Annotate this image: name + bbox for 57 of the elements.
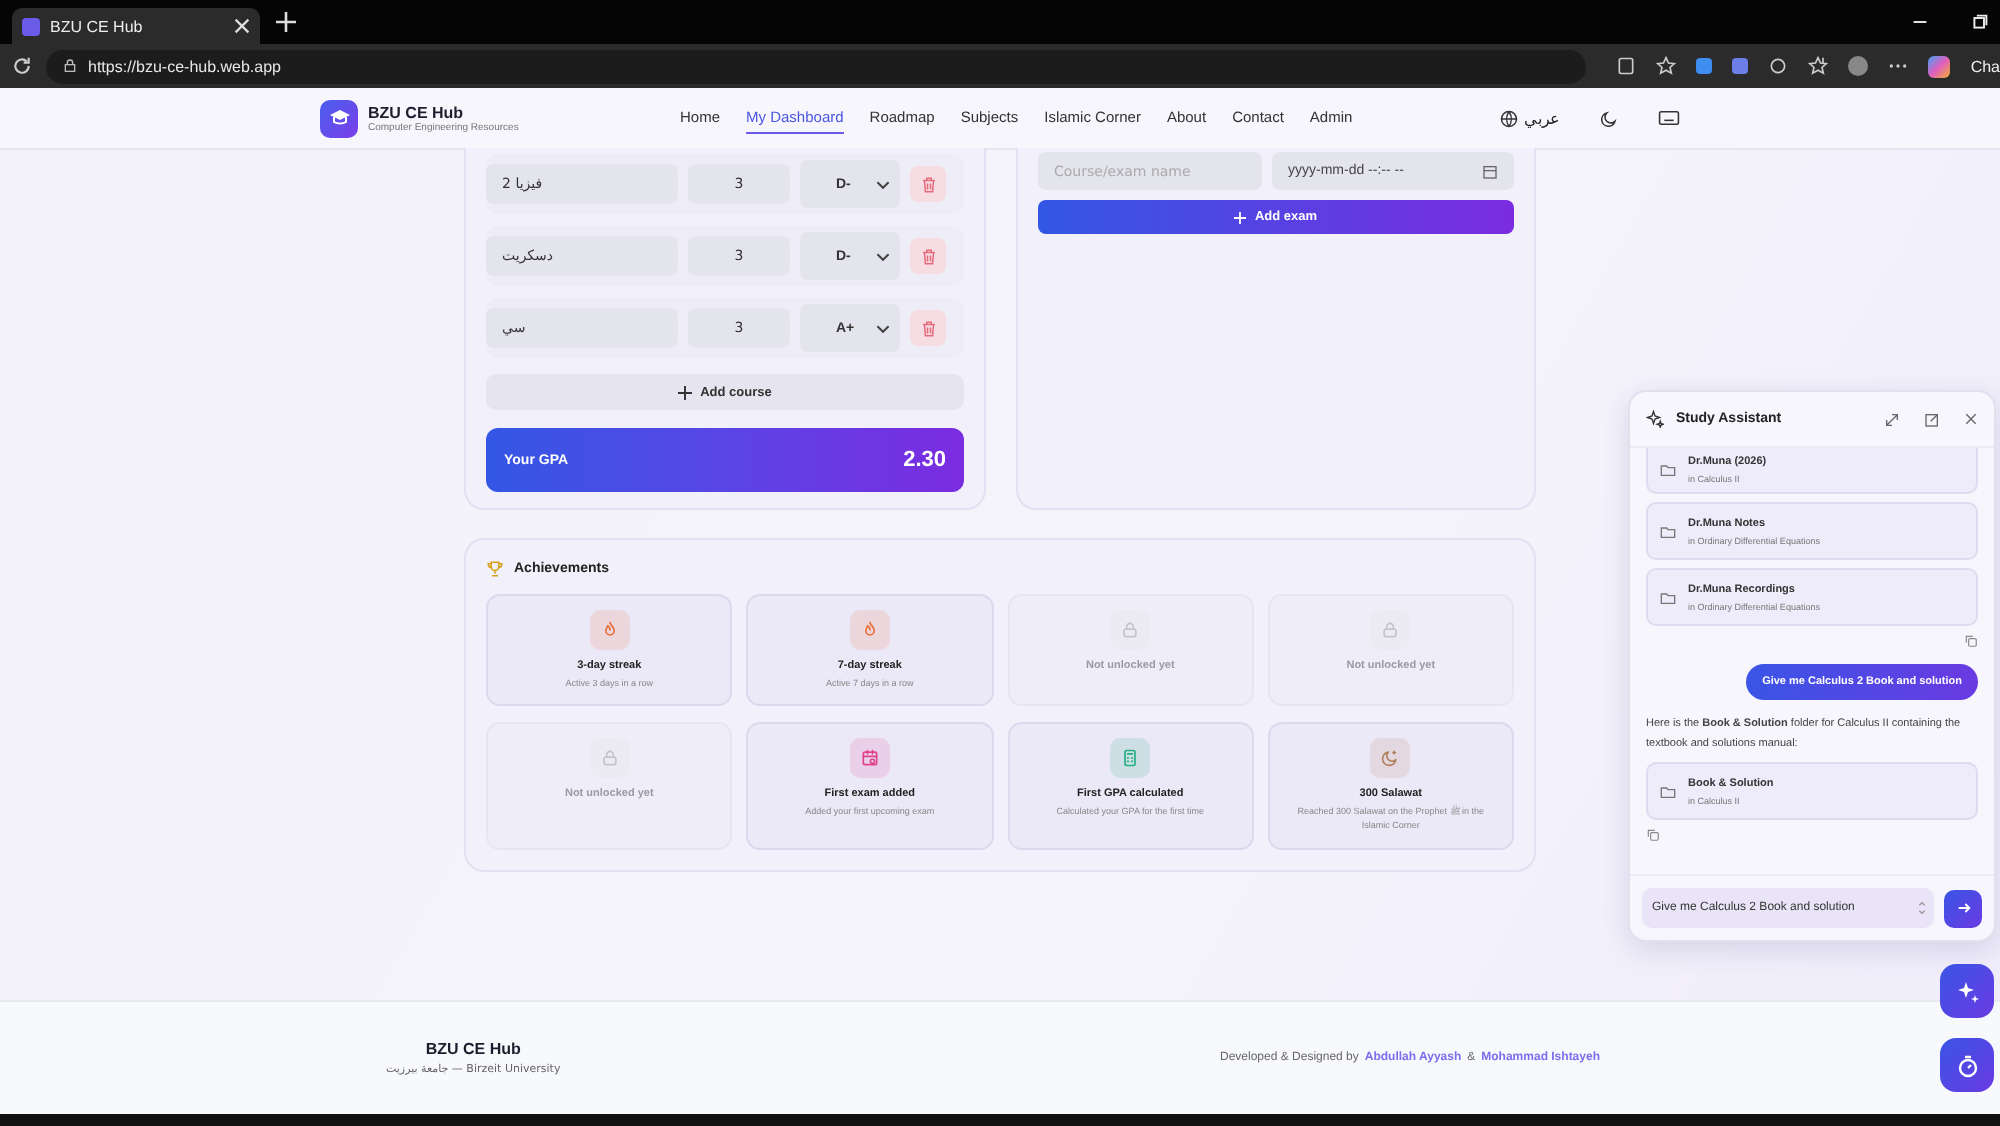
trash-icon <box>919 319 937 337</box>
site-name[interactable]: BZU CE Hub <box>368 103 519 121</box>
folder-icon <box>1660 462 1676 478</box>
chevron-down-icon <box>876 323 890 333</box>
trash-icon <box>919 247 937 265</box>
extension-icon[interactable] <box>1696 58 1713 74</box>
sparkle-icon <box>1646 410 1664 428</box>
trophy-icon <box>486 560 504 578</box>
delete-button[interactable] <box>910 238 946 274</box>
folder-icon <box>1660 783 1676 800</box>
copilot-icon[interactable] <box>1928 55 1951 77</box>
delete-button[interactable] <box>910 310 946 346</box>
copy-icon[interactable] <box>1964 634 1978 648</box>
graduation-cap-icon[interactable] <box>320 99 358 137</box>
arrow-right-icon <box>1955 900 1971 916</box>
favicon-icon <box>22 17 40 35</box>
delete-button[interactable] <box>910 166 946 202</box>
timer-icon <box>1955 1053 1979 1077</box>
address-bar[interactable]: https://bzu-ce-hub.web.app <box>46 49 1587 83</box>
calendar-icon[interactable] <box>1482 163 1498 179</box>
lock-icon <box>1370 610 1411 650</box>
extension-icon[interactable] <box>1732 58 1749 74</box>
chat-label[interactable]: Cha <box>1970 57 2000 75</box>
reload-icon[interactable] <box>12 56 32 76</box>
chevron-down-icon <box>876 179 890 189</box>
favorites-icon[interactable] <box>1808 56 1829 76</box>
chevron-down-icon <box>876 251 890 261</box>
footer-brand: BZU CE Hub <box>425 1040 521 1058</box>
folder-icon <box>1660 523 1676 539</box>
sparkle-icon <box>1955 979 1979 1003</box>
language-button[interactable]: عربي <box>1500 109 1560 127</box>
copy-icon[interactable] <box>1646 828 1660 843</box>
lock-icon <box>1110 610 1151 650</box>
lock-icon <box>589 738 630 778</box>
plus-icon <box>678 385 693 399</box>
more-icon[interactable] <box>1888 62 1909 70</box>
extensions-icon[interactable] <box>1768 56 1789 76</box>
reader-icon[interactable] <box>1616 56 1637 76</box>
moon-icon[interactable] <box>1600 109 1618 127</box>
browser-tab[interactable]: BZU CE Hub <box>12 8 260 44</box>
gpa-value: 2.30 <box>903 448 946 472</box>
star-icon[interactable] <box>1656 56 1677 76</box>
assistant-button[interactable] <box>1940 964 1994 1018</box>
expand-icon[interactable] <box>1884 411 1900 427</box>
plus-icon <box>1234 211 1247 223</box>
send-button[interactable] <box>1944 889 1982 927</box>
edit-icon[interactable] <box>1924 411 1940 427</box>
globe-icon <box>1500 109 1518 127</box>
restore-icon[interactable] <box>1972 14 1988 30</box>
profile-avatar[interactable] <box>1848 56 1869 76</box>
new-tab-icon[interactable] <box>276 12 296 32</box>
timer-button[interactable] <box>1940 1038 1994 1092</box>
close-icon[interactable] <box>1964 412 1978 426</box>
folder-icon <box>1660 589 1676 605</box>
lock-icon <box>62 58 78 74</box>
trash-icon <box>919 175 937 193</box>
keyboard-icon[interactable] <box>1658 110 1680 126</box>
